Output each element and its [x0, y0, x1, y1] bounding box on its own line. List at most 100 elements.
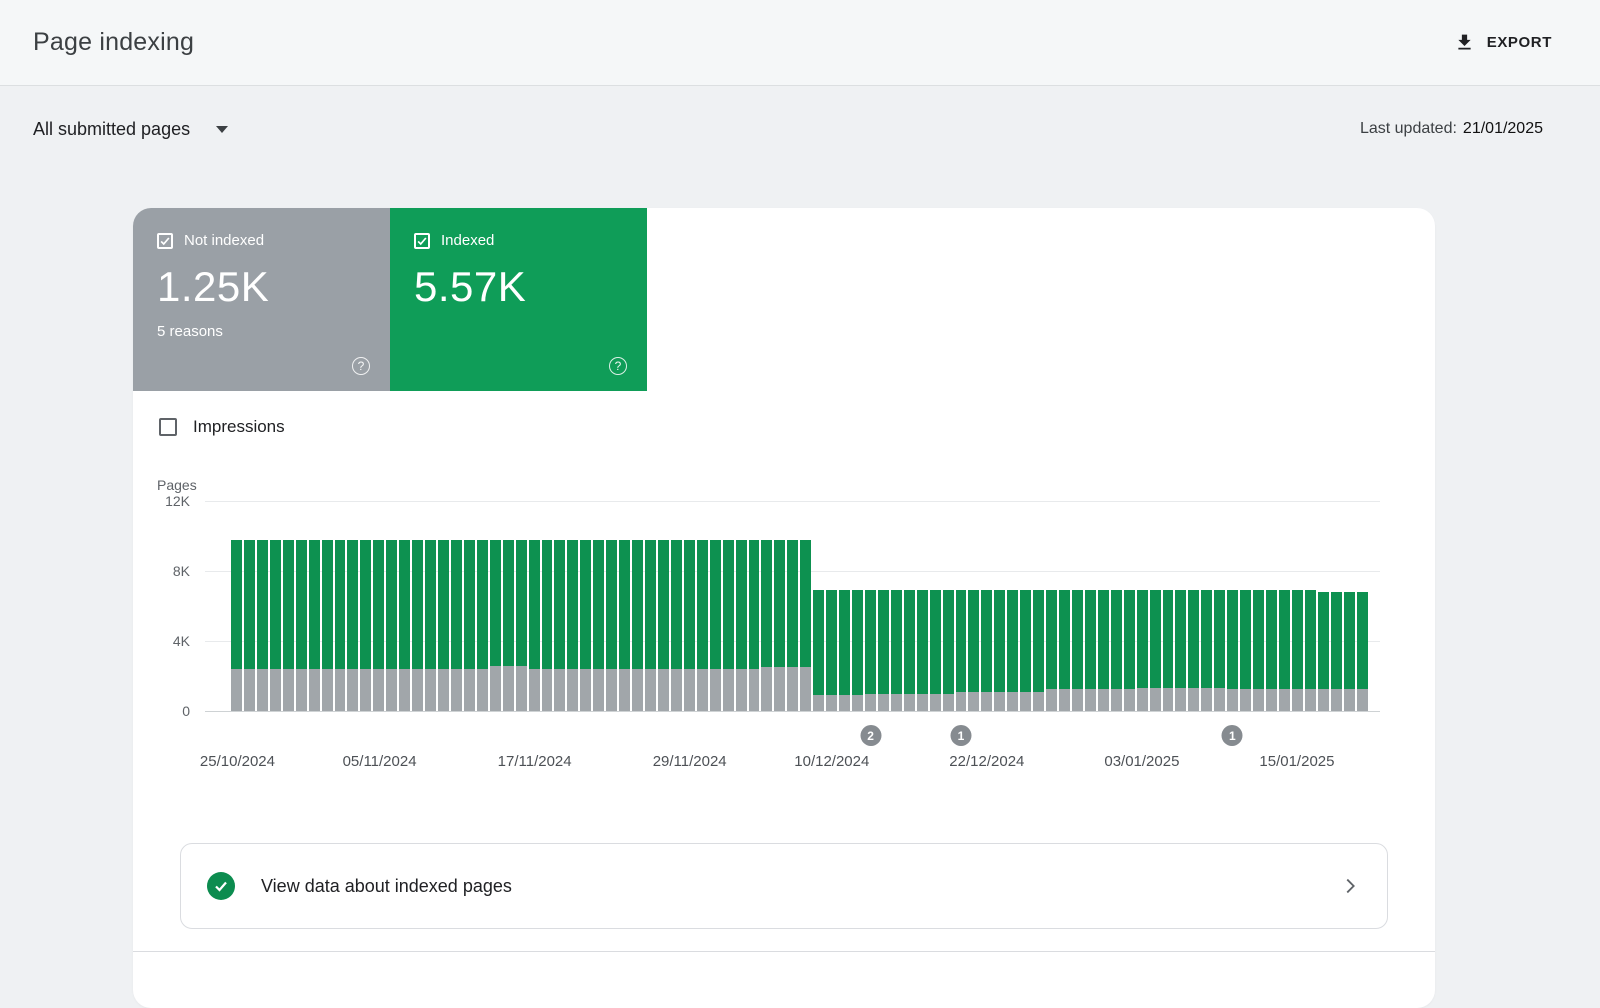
bar[interactable] [347, 501, 359, 711]
annotation-marker[interactable]: 1 [1221, 725, 1243, 746]
bar[interactable] [554, 501, 566, 711]
help-icon[interactable]: ? [352, 357, 370, 375]
bar[interactable] [955, 501, 967, 711]
bar[interactable] [1291, 501, 1303, 711]
bar[interactable] [1266, 501, 1277, 711]
bar[interactable] [1033, 501, 1045, 711]
bar[interactable] [567, 501, 579, 711]
impressions-toggle[interactable]: Impressions [159, 417, 285, 437]
bar[interactable] [1188, 501, 1200, 711]
bar[interactable] [1071, 501, 1083, 711]
bar[interactable] [852, 501, 863, 711]
bar[interactable] [1097, 501, 1109, 711]
bar[interactable] [269, 501, 281, 711]
bar[interactable] [373, 501, 385, 711]
bar[interactable] [619, 501, 631, 711]
help-icon[interactable]: ? [609, 357, 627, 375]
bar[interactable] [929, 501, 941, 711]
bar[interactable] [1136, 501, 1148, 711]
bar[interactable] [463, 501, 475, 711]
bar[interactable] [645, 501, 656, 711]
bar[interactable] [580, 501, 592, 711]
bar[interactable] [541, 501, 553, 711]
bar[interactable] [412, 501, 424, 711]
bar[interactable] [1149, 501, 1161, 711]
bar[interactable] [256, 501, 268, 711]
bar[interactable] [282, 501, 294, 711]
bar[interactable] [864, 501, 876, 711]
bar[interactable] [1227, 501, 1239, 711]
bar[interactable] [360, 501, 372, 711]
bar-segment-indexed [774, 539, 786, 668]
bar[interactable] [826, 501, 838, 711]
bar[interactable] [295, 501, 307, 711]
bar[interactable] [1240, 501, 1252, 711]
bar[interactable] [1020, 501, 1032, 711]
bar[interactable] [813, 501, 825, 711]
bar[interactable] [399, 501, 411, 711]
indexed-card[interactable]: Indexed 5.57K ? [390, 208, 647, 391]
bar[interactable] [632, 501, 643, 711]
not-indexed-card[interactable]: Not indexed 1.25K 5 reasons ? [133, 208, 390, 391]
bar[interactable] [1123, 501, 1135, 711]
bar[interactable] [606, 501, 618, 711]
bar[interactable] [1343, 501, 1355, 711]
page-filter-dropdown[interactable]: All submitted pages [33, 115, 229, 144]
view-data-row[interactable]: View data about indexed pages [180, 843, 1388, 929]
bar[interactable] [1110, 501, 1122, 711]
bar[interactable] [994, 501, 1006, 711]
annotation-marker[interactable]: 1 [950, 725, 972, 746]
bar[interactable] [1278, 501, 1290, 711]
bar[interactable] [722, 501, 734, 711]
bar[interactable] [774, 501, 786, 711]
bar[interactable] [683, 501, 695, 711]
bar[interactable] [450, 501, 462, 711]
bar[interactable] [489, 501, 501, 711]
bar[interactable] [308, 501, 320, 711]
bar[interactable] [438, 501, 449, 711]
bar[interactable] [1162, 501, 1174, 711]
bar[interactable] [1317, 501, 1329, 711]
bar[interactable] [670, 501, 682, 711]
bar[interactable] [1046, 501, 1057, 711]
bar[interactable] [968, 501, 980, 711]
bar[interactable] [476, 501, 488, 711]
bar[interactable] [321, 501, 333, 711]
bar[interactable] [1175, 501, 1187, 711]
bar[interactable] [942, 501, 954, 711]
bar[interactable] [748, 501, 760, 711]
bar[interactable] [334, 501, 346, 711]
bar[interactable] [1059, 501, 1070, 711]
bar[interactable] [243, 501, 255, 711]
bar[interactable] [709, 501, 721, 711]
bar[interactable] [890, 501, 902, 711]
bar[interactable] [903, 501, 915, 711]
bar[interactable] [1007, 501, 1019, 711]
bar[interactable] [528, 501, 540, 711]
bar[interactable] [800, 501, 812, 711]
bar[interactable] [839, 501, 850, 711]
bar[interactable] [593, 501, 605, 711]
bar[interactable] [1201, 501, 1213, 711]
bar[interactable] [981, 501, 993, 711]
bar[interactable] [1356, 501, 1368, 711]
bar[interactable] [1304, 501, 1316, 711]
bar[interactable] [1253, 501, 1264, 711]
bar[interactable] [735, 501, 747, 711]
bar[interactable] [877, 501, 889, 711]
bar[interactable] [502, 501, 514, 711]
bar[interactable] [787, 501, 799, 711]
bar[interactable] [386, 501, 398, 711]
bar[interactable] [1330, 501, 1342, 711]
annotation-marker[interactable]: 2 [860, 725, 882, 746]
bar[interactable] [425, 501, 436, 711]
bar[interactable] [1214, 501, 1226, 711]
bar[interactable] [916, 501, 928, 711]
bar[interactable] [1084, 501, 1096, 711]
bar[interactable] [515, 501, 527, 711]
export-button[interactable]: EXPORT [1444, 24, 1562, 61]
bar[interactable] [761, 501, 773, 711]
bar[interactable] [696, 501, 708, 711]
bar[interactable] [231, 501, 242, 711]
bar[interactable] [657, 501, 669, 711]
